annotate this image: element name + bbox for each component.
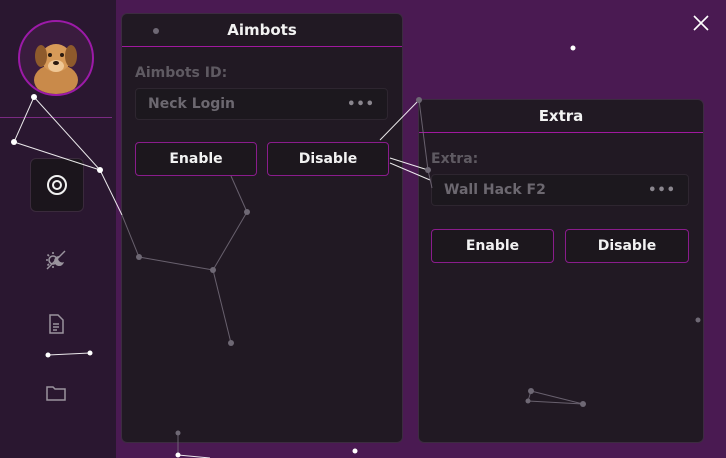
aimbots-panel-title: Aimbots [122,14,402,47]
sidebar-item-folder[interactable] [30,367,82,419]
aimbots-id-label: Aimbots ID: [135,65,228,81]
aimbots-enable-button[interactable]: Enable [135,142,257,176]
theme-icon [46,250,66,270]
target-icon [47,175,67,195]
aimbots-disable-button[interactable]: Disable [267,142,389,176]
more-options-icon[interactable]: ••• [347,97,375,112]
dog-avatar-icon [34,44,78,94]
sidebar-item-theme[interactable] [30,234,82,286]
extra-panel: Extra Extra: Wall Hack F2 ••• Enable Dis… [418,99,704,443]
extra-disable-button[interactable]: Disable [565,229,689,263]
sidebar [0,0,116,458]
folder-icon [46,386,66,401]
more-options-icon[interactable]: ••• [648,183,676,198]
aimbots-id-value: Neck Login [148,96,236,112]
extra-field[interactable]: Wall Hack F2 ••• [431,174,689,206]
extra-enable-button[interactable]: Enable [431,229,554,263]
avatar[interactable] [18,20,94,96]
close-button[interactable] [690,12,712,34]
sidebar-item-aimbots[interactable] [30,158,84,212]
extra-value: Wall Hack F2 [444,182,546,198]
aimbots-panel: Aimbots Aimbots ID: Neck Login ••• Enabl… [121,13,403,443]
document-icon [49,314,64,334]
close-icon [693,15,709,31]
sidebar-item-document[interactable] [30,298,82,350]
extra-label: Extra: [431,151,479,167]
aimbots-id-field[interactable]: Neck Login ••• [135,88,388,120]
sidebar-divider [0,117,112,118]
extra-panel-title: Extra [419,100,703,133]
